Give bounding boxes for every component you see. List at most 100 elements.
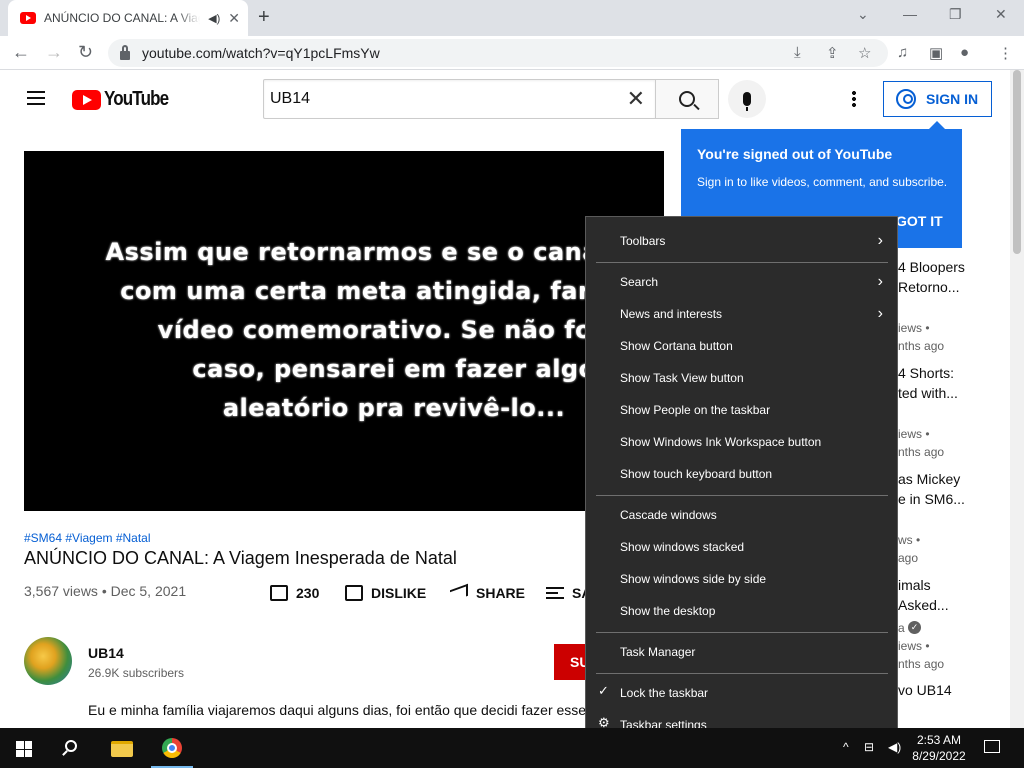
browser-toolbar: ← → ↻ youtube.com/watch?v=qY1pcLFmsYw ⤓ …	[0, 36, 1024, 70]
video-player[interactable]: Assim que retornarmos e se o canal tiver…	[24, 151, 664, 511]
speaker-icon[interactable]: ◀)	[208, 12, 220, 25]
got-it-button[interactable]: GOT IT	[896, 213, 943, 229]
menu-item-news-and-interests[interactable]: News and interests ›	[620, 304, 883, 324]
dislike-button[interactable]: DISLIKE	[345, 585, 426, 601]
minimize-icon[interactable]: —	[903, 6, 917, 22]
scrollbar-thumb[interactable]	[1013, 70, 1021, 254]
reload-icon[interactable]: ↻	[78, 42, 93, 63]
search-button[interactable]	[655, 79, 719, 119]
youtube-favicon-icon	[20, 12, 36, 24]
chrome-menu-icon[interactable]: ⋮	[998, 44, 1013, 62]
bookmark-star-icon[interactable]: ☆	[858, 44, 871, 62]
channel-name[interactable]: UB14	[88, 645, 124, 661]
menu-item-side-by-side[interactable]: Show windows side by side	[620, 569, 880, 589]
clear-search-icon[interactable]: ✕	[627, 80, 645, 118]
menu-item-label: Toolbars	[620, 234, 666, 248]
restore-icon[interactable]: ❐	[949, 6, 962, 23]
account-circle-icon	[896, 89, 916, 109]
taskbar-search-icon[interactable]	[65, 740, 77, 752]
menu-item-toolbars[interactable]: Toolbars ›	[620, 231, 883, 251]
related-title[interactable]: as Mickey e in SM6...	[898, 469, 965, 509]
close-window-icon[interactable]: ✕	[995, 6, 1007, 23]
menu-item-show-people[interactable]: Show People on the taskbar	[620, 400, 880, 420]
like-button[interactable]: 230	[270, 585, 319, 601]
menu-item-show-desktop[interactable]: Show the desktop	[620, 601, 880, 621]
back-icon[interactable]: ←	[12, 42, 30, 63]
tab-search-icon[interactable]: ⌄	[857, 6, 869, 23]
chevron-right-icon: ›	[877, 232, 883, 249]
menu-item-label: Show Cortana button	[620, 339, 733, 353]
logo-wordmark: YouTube	[104, 88, 169, 110]
channel-avatar[interactable]	[24, 637, 72, 685]
close-tab-icon[interactable]: ✕	[228, 10, 240, 27]
chrome-taskbar-icon[interactable]	[162, 738, 182, 758]
browser-tab[interactable]: ANÚNCIO DO CANAL: A Viagem Inesperada de…	[8, 0, 248, 36]
menu-item-label: Show Windows Ink Workspace button	[620, 435, 822, 449]
sign-in-button[interactable]: SIGN IN	[883, 81, 992, 117]
search-value: UB14	[270, 90, 311, 107]
volume-icon[interactable]: ◀)	[888, 740, 901, 754]
menu-item-label: Show windows stacked	[620, 540, 745, 554]
share-button[interactable]: SHARE	[450, 583, 526, 603]
youtube-logo[interactable]: YouTube	[72, 88, 180, 111]
checkmark-icon: ✓	[598, 683, 609, 698]
menu-item-lock-taskbar[interactable]: Lock the taskbar	[620, 683, 880, 703]
settings-kebab-icon[interactable]	[852, 90, 856, 108]
tab-strip: ANÚNCIO DO CANAL: A Viagem Inesperada de…	[0, 0, 1024, 36]
menu-item-task-manager[interactable]: Task Manager	[620, 642, 880, 662]
share-page-icon[interactable]: ⇪	[826, 44, 839, 62]
voice-search-button[interactable]	[728, 80, 766, 118]
new-tab-icon[interactable]: +	[258, 6, 270, 29]
install-icon[interactable]: ⤓	[794, 44, 801, 61]
clock-date: 8/29/2022	[912, 749, 966, 763]
video-title: ANÚNCIO DO CANAL: A Viagem Inesperada de…	[24, 548, 457, 568]
menu-item-show-task-view-button[interactable]: Show Task View button	[620, 368, 880, 388]
playlist-add-icon	[546, 587, 564, 599]
menu-separator	[596, 495, 888, 496]
related-title[interactable]: 4 Bloopers Retorno...	[898, 257, 965, 297]
related-meta: ws • ago	[898, 533, 921, 565]
menu-separator	[596, 262, 888, 263]
file-explorer-icon[interactable]	[111, 741, 133, 757]
thumbs-up-icon	[270, 585, 288, 601]
menu-item-show-windows-ink[interactable]: Show Windows Ink Workspace button	[620, 432, 880, 452]
menu-item-show-cortana-button[interactable]: Show Cortana button	[620, 336, 880, 356]
thumbs-down-icon	[345, 585, 363, 601]
menu-item-cascade-windows[interactable]: Cascade windows	[620, 505, 880, 525]
menu-item-search[interactable]: Search ›	[620, 272, 883, 292]
network-icon[interactable]: ⊟	[864, 740, 874, 754]
share-arrow-icon	[450, 583, 468, 603]
menu-item-label: Show touch keyboard button	[620, 467, 773, 481]
video-hashtags[interactable]: #SM64 #Viagem #Natal	[24, 531, 151, 545]
dislike-label: DISLIKE	[371, 585, 427, 601]
tooltip-body: Sign in to like videos, comment, and sub…	[697, 175, 948, 189]
forward-icon[interactable]: →	[45, 42, 63, 63]
side-panel-icon[interactable]: ▣	[929, 44, 943, 62]
profile-icon[interactable]: ●	[960, 44, 969, 61]
lock-icon[interactable]	[120, 44, 130, 60]
related-title[interactable]: 4 Shorts: ted with...	[898, 363, 958, 403]
tray-chevron-icon[interactable]: ^	[843, 740, 849, 754]
menu-item-label: Cascade windows	[620, 508, 717, 522]
menu-item-label: News and interests	[620, 307, 723, 321]
search-input[interactable]: UB14 ✕	[263, 79, 656, 119]
taskbar-clock[interactable]: 2:53 AM 8/29/2022	[908, 732, 970, 764]
share-label: SHARE	[476, 585, 526, 601]
page-scrollbar[interactable]	[1010, 70, 1024, 728]
notification-center-icon[interactable]	[984, 740, 1000, 753]
youtube-header: YouTube UB14 ✕ SIGN IN	[0, 70, 1010, 128]
related-title[interactable]: imals Asked...	[898, 575, 949, 615]
clock-time: 2:53 AM	[916, 733, 962, 747]
related-meta: iews • nths ago	[898, 321, 945, 353]
windows-start-icon[interactable]	[16, 741, 32, 757]
menu-item-label: Show Task View button	[620, 371, 744, 385]
taskbar-context-menu: Toolbars › Search › News and interests › Sh…	[585, 216, 898, 748]
media-control-icon[interactable]: ♫	[897, 44, 908, 61]
hamburger-menu-icon[interactable]	[27, 91, 45, 105]
video-caption-text: Assim que retornarmos e se o canal tiver…	[105, 238, 664, 422]
related-title[interactable]: vo UB14	[898, 680, 952, 700]
address-bar[interactable]: youtube.com/watch?v=qY1pcLFmsYw	[108, 39, 888, 67]
video-meta: 3,567 views • Dec 5, 2021	[24, 583, 187, 599]
menu-item-windows-stacked[interactable]: Show windows stacked	[620, 537, 880, 557]
menu-item-show-touch-keyboard[interactable]: Show touch keyboard button	[620, 464, 880, 484]
